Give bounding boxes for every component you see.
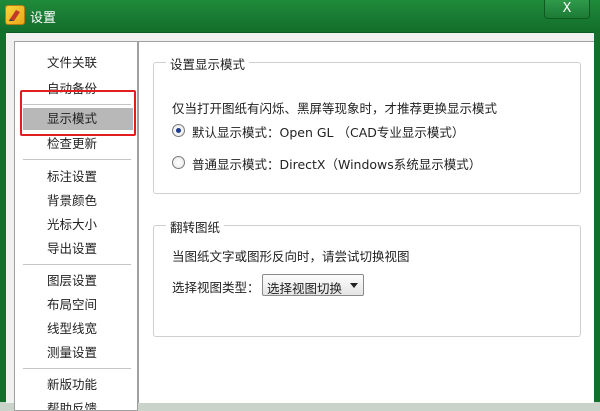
- dialog-body: 文件关联 自动备份 显示模式 检查更新 标注设置 背景颜色 光标大小 导出设置 …: [6, 32, 594, 411]
- settings-content-panel: 设置显示模式 仅当打开图纸有闪烁、黑屏等现象时，才推荐更换显示模式 默认显示模式…: [138, 41, 594, 403]
- view-type-label: 选择视图类型：: [172, 280, 260, 295]
- app-logo-icon: [5, 5, 25, 25]
- directx-option-label[interactable]: 普通显示模式：DirectX（Windows系统显示模式）: [192, 154, 481, 173]
- opengl-option-label[interactable]: 默认显示模式：Open GL （CAD专业显示模式）: [192, 122, 464, 141]
- directx-radio[interactable]: [172, 156, 185, 169]
- sidebar-item-cursor-size[interactable]: 光标大小: [15, 214, 137, 236]
- flip-drawing-hint: 当图纸文字或图形反向时，请尝试切换视图: [172, 249, 410, 264]
- nav-divider: [23, 368, 131, 369]
- sidebar-item-measure-settings[interactable]: 测量设置: [15, 342, 137, 364]
- sidebar-item-background-color[interactable]: 背景颜色: [15, 190, 137, 212]
- sidebar-item-file-association[interactable]: 文件关联: [15, 52, 137, 74]
- flip-drawing-group: 翻转图纸 当图纸文字或图形反向时，请尝试切换视图 选择视图类型： 选择视图切换: [153, 217, 581, 337]
- nav-divider: [23, 159, 131, 160]
- display-mode-group: 设置显示模式 仅当打开图纸有闪烁、黑屏等现象时，才推荐更换显示模式 默认显示模式…: [153, 54, 581, 194]
- sidebar-item-export-settings[interactable]: 导出设置: [15, 238, 137, 260]
- settings-window: 设置 X 文件关联 自动备份 显示模式 检查更新 标注设置 背景颜色 光标大小 …: [0, 0, 600, 411]
- sidebar-item-linetype-lineweight[interactable]: 线型线宽: [15, 318, 137, 340]
- sidebar-item-help-feedback[interactable]: 帮助反馈: [15, 398, 137, 410]
- view-type-select[interactable]: 选择视图切换: [262, 274, 364, 296]
- sidebar-item-layer-settings[interactable]: 图层设置: [15, 270, 137, 292]
- sidebar-item-annotation-settings[interactable]: 标注设置: [15, 166, 137, 188]
- view-type-selected-value: 选择视图切换: [267, 281, 343, 296]
- close-button[interactable]: X: [544, 0, 590, 19]
- sidebar-item-new-features[interactable]: 新版功能: [15, 374, 137, 396]
- chevron-down-icon: [350, 283, 358, 288]
- display-mode-group-title: 设置显示模式: [166, 54, 250, 73]
- title-bar[interactable]: 设置 X: [0, 0, 600, 32]
- opengl-radio[interactable]: [172, 124, 185, 137]
- flip-drawing-group-title: 翻转图纸: [166, 217, 225, 236]
- sidebar-item-layout-space[interactable]: 布局空间: [15, 294, 137, 316]
- nav-divider: [23, 264, 131, 265]
- window-title: 设置: [30, 11, 57, 26]
- sidebar-item-check-update[interactable]: 检查更新: [15, 133, 137, 155]
- display-mode-hint: 仅当打开图纸有闪烁、黑屏等现象时，才推荐更换显示模式: [172, 101, 498, 116]
- highlight-annotation-box: [20, 90, 136, 136]
